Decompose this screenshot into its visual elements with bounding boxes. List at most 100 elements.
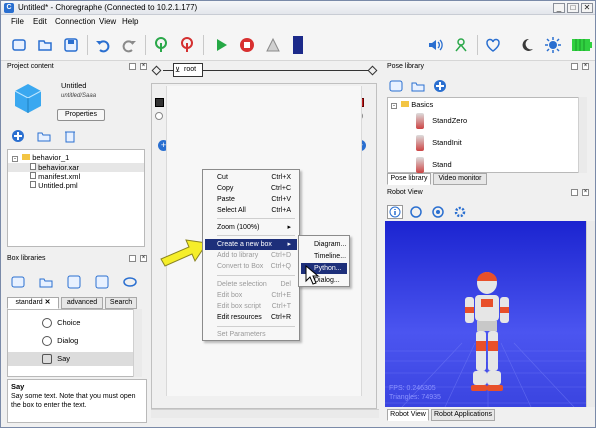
import-folder-icon[interactable] xyxy=(37,129,51,143)
properties-button[interactable]: Properties xyxy=(57,109,105,121)
debug-icon[interactable] xyxy=(265,37,281,53)
stop-icon[interactable] xyxy=(239,37,255,53)
flow-horizontal-scrollbar[interactable] xyxy=(151,409,379,418)
connect-icon[interactable] xyxy=(153,37,169,53)
menu-view[interactable]: View xyxy=(99,17,116,26)
list-item-dialog[interactable]: Dialog xyxy=(8,334,140,348)
tab-standard[interactable]: standard ✕ xyxy=(7,297,59,309)
pose-item-standzero[interactable]: StandZero xyxy=(388,112,586,130)
input-onstop-icon[interactable] xyxy=(155,112,163,120)
open-icon[interactable] xyxy=(37,37,53,53)
save-library-icon[interactable] xyxy=(67,275,81,289)
list-item-choice[interactable]: Choice xyxy=(8,316,140,330)
play-icon[interactable] xyxy=(213,37,229,53)
menu-item-add-to-library[interactable]: Add to library Ctrl+D xyxy=(205,250,297,261)
menu-item-delete-selection[interactable]: Delete selection Del xyxy=(205,279,297,290)
tree-item-behavior-folder[interactable]: - behavior_1 xyxy=(8,153,144,162)
new-icon[interactable] xyxy=(11,37,27,53)
new-library-icon[interactable] xyxy=(11,275,25,289)
menu-file[interactable]: File xyxy=(11,17,24,26)
float-icon[interactable] xyxy=(571,189,578,196)
menu-item-label: Delete selection xyxy=(217,281,267,288)
library-link-icon[interactable] xyxy=(123,275,137,289)
close-panel-icon[interactable]: × xyxy=(582,63,589,70)
list-item-label: Choice xyxy=(57,318,81,327)
menu-item-edit-box-script[interactable]: Edit box script Ctrl+T xyxy=(205,301,297,312)
wake-icon[interactable] xyxy=(545,37,561,53)
menu-item-cut[interactable]: Cut Ctrl+X xyxy=(205,172,297,183)
project-cube-icon xyxy=(11,81,45,115)
volume-icon[interactable] xyxy=(427,37,443,53)
view-settings-icon[interactable] xyxy=(453,205,467,219)
menu-help[interactable]: Help xyxy=(122,17,138,26)
camera-view-icon[interactable] xyxy=(409,205,423,219)
add-pose-icon[interactable] xyxy=(433,79,447,93)
list-item-say[interactable]: Say xyxy=(8,352,140,366)
tree-item-behavior-xar[interactable]: behavior.xar xyxy=(8,163,144,172)
robot-3d-view[interactable]: FPS: 0.246305 Triangles: 74935 xyxy=(385,221,591,407)
float-icon[interactable] xyxy=(571,63,578,70)
collapse-icon[interactable]: - xyxy=(12,156,18,162)
library-settings-icon[interactable] xyxy=(95,275,109,289)
collapse-icon[interactable]: - xyxy=(391,103,397,109)
float-icon[interactable] xyxy=(129,63,136,70)
tab-search[interactable]: Search xyxy=(105,297,137,309)
info-icon[interactable] xyxy=(387,205,403,219)
maximize-button[interactable]: □ xyxy=(567,3,579,13)
close-panel-icon[interactable]: × xyxy=(140,255,147,262)
minimize-button[interactable]: _ xyxy=(553,3,565,13)
float-icon[interactable] xyxy=(129,255,136,262)
menu-item-edit-box[interactable]: Edit box Ctrl+E xyxy=(205,290,297,301)
pose-item-stand[interactable]: Stand xyxy=(388,156,586,174)
tree-item-basics[interactable]: - Basics xyxy=(388,100,586,109)
open-library-icon[interactable] xyxy=(39,275,53,289)
record-icon[interactable] xyxy=(290,36,306,54)
save-icon[interactable] xyxy=(63,37,79,53)
tab-robot-view[interactable]: Robot View xyxy=(387,409,429,421)
menu-item-label: Create a new box xyxy=(217,241,272,248)
rest-icon[interactable] xyxy=(519,37,535,53)
close-button[interactable]: ✕ xyxy=(581,3,593,13)
tab-video-monitor[interactable]: Video monitor xyxy=(433,173,487,185)
mouse-cursor-icon xyxy=(305,264,320,285)
menu-connection[interactable]: Connection xyxy=(55,17,95,26)
description-title: Say xyxy=(11,382,25,391)
menu-item-copy[interactable]: Copy Ctrl+C xyxy=(205,183,297,194)
new-pose-icon[interactable] xyxy=(389,79,403,93)
tree-item-manifest[interactable]: manifest.xml xyxy=(8,172,144,181)
close-panel-icon[interactable]: × xyxy=(140,63,147,70)
pose-label: StandZero xyxy=(432,116,468,125)
delete-file-icon[interactable] xyxy=(63,129,77,143)
pose-scrollbar[interactable] xyxy=(578,97,587,173)
menu-item-create-new-box[interactable]: Create a new box ▸ xyxy=(205,239,297,250)
input-onstart-icon[interactable] xyxy=(155,98,164,107)
tree-item-untitled-pml[interactable]: Untitled.pml xyxy=(8,181,144,190)
tab-advanced[interactable]: advanced xyxy=(61,297,103,309)
tab-pose-library[interactable]: Pose library xyxy=(387,173,431,185)
robot-view-scrollbar[interactable] xyxy=(586,221,595,407)
disconnect-icon[interactable] xyxy=(179,37,195,53)
menu-item-paste[interactable]: Paste Ctrl+V xyxy=(205,194,297,205)
animation-mode-icon[interactable] xyxy=(485,37,501,53)
stiffness-icon[interactable] xyxy=(453,37,469,53)
close-tab-icon[interactable]: ✕ xyxy=(45,299,51,306)
menu-item-zoom[interactable]: Zoom (100%) ▸ xyxy=(205,222,297,233)
menu-item-select-all[interactable]: Select All Ctrl+A xyxy=(205,205,297,216)
redo-icon[interactable] xyxy=(121,37,137,53)
menu-edit[interactable]: Edit xyxy=(33,17,47,26)
menu-item-set-parameters[interactable]: Set Parameters xyxy=(205,329,297,340)
rotate-view-icon[interactable] xyxy=(431,205,445,219)
menu-item-convert-to-box[interactable]: Convert to Box Ctrl+Q xyxy=(205,261,297,272)
add-file-icon[interactable] xyxy=(11,129,25,143)
close-panel-icon[interactable]: × xyxy=(582,189,589,196)
submenu-item-diagram[interactable]: Diagram... xyxy=(301,239,347,250)
undo-icon[interactable] xyxy=(95,37,111,53)
box-list-scrollbar[interactable] xyxy=(133,309,142,377)
open-pose-icon[interactable] xyxy=(411,79,425,93)
tab-robot-applications[interactable]: Robot Applications xyxy=(431,409,495,421)
pose-label: StandInit xyxy=(432,138,462,147)
menu-item-edit-resources[interactable]: Edit resources Ctrl+R xyxy=(205,312,297,323)
tree-item-label: behavior_1 xyxy=(32,153,70,162)
submenu-item-timeline[interactable]: Timeline... xyxy=(301,251,347,262)
pose-item-standinit[interactable]: StandInit xyxy=(388,134,586,152)
